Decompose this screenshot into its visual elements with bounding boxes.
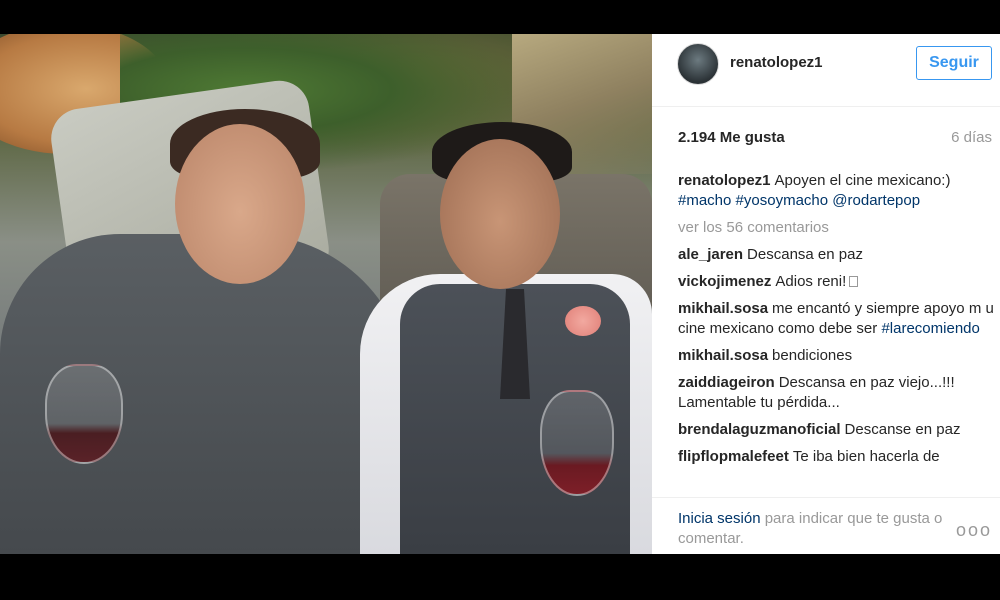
caption: renatolopez1 Apoyen el cine mexicano:) #m… [678,171,994,211]
post-timestamp[interactable]: 6 días [951,129,992,146]
follow-button[interactable]: Seguir [916,46,992,80]
comment-item: mikhail.sosa me encantó y siempre apoyo m… [678,299,994,339]
comment-text: Descanse en paz [844,421,961,438]
post-sidebar: renatolopez1 Seguir 2.194 Me gusta 6 día… [652,34,1000,554]
hashtag-link[interactable]: #larecomiendo [881,320,979,337]
person-left-face [175,124,305,284]
avatar[interactable] [677,43,719,85]
comment-username[interactable]: flipflopmalefeet [678,448,789,465]
post-photo[interactable] [0,34,652,554]
comment-list[interactable]: renatolopez1 Apoyen el cine mexicano:) #m… [678,171,994,487]
caption-username[interactable]: renatolopez1 [678,172,771,189]
comment-item: ale_jaren Descansa en paz [678,245,994,265]
comment-item: flipflopmalefeet Te iba bien hacerla de [678,447,994,467]
wine-glass-left [45,364,123,464]
comment-item: brendalaguzmanoficial Descanse en paz [678,420,994,440]
comment-username[interactable]: mikhail.sosa [678,300,768,317]
comment-text: bendiciones [772,347,853,364]
caption-text: Apoyen el cine mexicano:) [774,172,951,189]
comment-text: Adios reni! [775,273,847,290]
comment-username[interactable]: vickojimenez [678,273,771,290]
ellipsis-icon[interactable]: ooo [956,520,992,541]
hashtag-link[interactable]: #yosoymacho [736,192,829,209]
boutonniere [565,306,601,336]
person-right-face [440,139,560,289]
instagram-embed: renatolopez1 Seguir 2.194 Me gusta 6 día… [0,34,1000,554]
missing-glyph-icon [849,276,859,287]
hashtag-link[interactable]: #macho [678,192,731,209]
mention-link[interactable]: @rodartepop [832,192,920,209]
comment-item: mikhail.sosa bendiciones [678,346,994,366]
comment-username[interactable]: zaiddiageiron [678,374,775,391]
comment-username[interactable]: mikhail.sosa [678,347,768,364]
post-header: renatolopez1 Seguir [652,34,1000,107]
comment-text: Te iba bien hacerla de [792,448,940,465]
comment-username[interactable]: ale_jaren [678,246,743,263]
comment-item: vickojimenez Adios reni! [678,272,994,292]
login-link[interactable]: Inicia sesión [678,510,761,527]
comment-text: Descansa en paz [747,246,863,263]
post-stats: 2.194 Me gusta 6 días [678,129,992,149]
view-all-comments-link[interactable]: ver los 56 comentarios [678,218,994,238]
post-username[interactable]: renatolopez1 [730,54,823,71]
post-footer: Inicia sesión para indicar que te gusta … [652,497,1000,554]
like-count[interactable]: 2.194 Me gusta [678,129,785,146]
comment-item: zaiddiageiron Descansa en paz viejo...!!!… [678,373,994,413]
login-prompt: Inicia sesión para indicar que te gusta … [678,509,948,549]
comment-username[interactable]: brendalaguzmanoficial [678,421,841,438]
wine-glass-right [540,390,614,496]
